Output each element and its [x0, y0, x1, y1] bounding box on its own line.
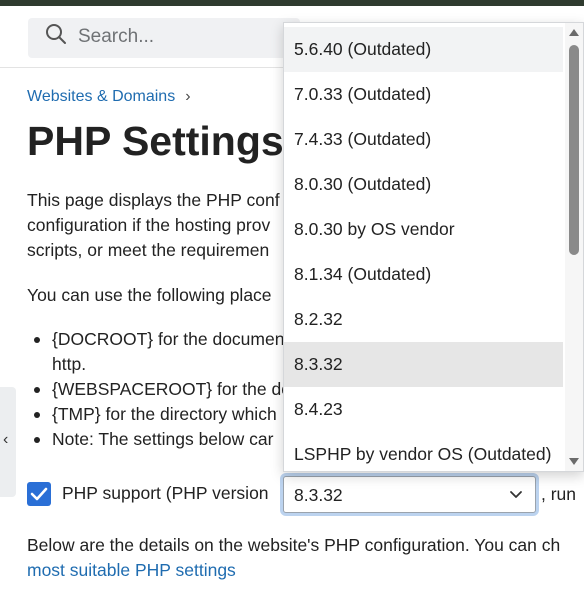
scroll-down-arrow-icon[interactable] — [569, 458, 579, 465]
placeholders-intro: You can use the following place — [27, 285, 272, 305]
chevron-down-icon — [510, 491, 522, 498]
dropdown-option[interactable]: 8.0.30 by OS vendor — [284, 207, 563, 252]
checkmark-icon — [30, 487, 48, 501]
suitable-php-settings-link[interactable]: most suitable PHP settings — [27, 558, 236, 583]
placeholders-list: {DOCROOT} for the documen http. {WEBSPAC… — [34, 327, 291, 452]
php-version-dropdown: 5.6.40 (Outdated) 7.0.33 (Outdated) 7.4.… — [283, 22, 584, 472]
list-item: {DOCROOT} for the documen http. — [34, 327, 291, 377]
scroll-up-arrow-icon[interactable] — [569, 29, 579, 36]
list-item: {TMP} for the directory which — [34, 402, 291, 427]
search-input[interactable] — [28, 18, 300, 58]
search-placeholder: Search... — [78, 26, 155, 47]
php-support-checkbox[interactable] — [27, 482, 51, 506]
list-item: Note: The settings below car — [34, 427, 291, 452]
intro-paragraph: This page displays the PHP conf configur… — [27, 190, 280, 260]
dropdown-option[interactable]: 7.4.33 (Outdated) — [284, 117, 563, 162]
run-text: , run — [541, 484, 577, 504]
scrollbar-thumb[interactable] — [569, 45, 579, 255]
details-paragraph: Below are the details on the website's P… — [27, 535, 561, 555]
chevron-left-icon: ‹ — [3, 431, 9, 448]
dropdown-option[interactable]: LSPHP by vendor OS (Outdated) — [284, 432, 563, 471]
breadcrumb-link-websites-domains[interactable]: Websites & Domains — [27, 88, 175, 106]
list-item: {WEBSPACEROOT} for the do — [34, 377, 291, 402]
chevron-right-icon: › — [185, 88, 191, 105]
page-title: PHP Settings f — [27, 118, 309, 164]
dropdown-scrollbar[interactable] — [565, 23, 583, 471]
dropdown-option[interactable]: 7.0.33 (Outdated) — [284, 72, 563, 117]
dropdown-option[interactable]: 8.4.23 — [284, 387, 563, 432]
php-support-label: PHP support (PHP version — [62, 483, 269, 503]
dropdown-option-selected[interactable]: 8.3.32 — [284, 342, 563, 387]
dropdown-option[interactable]: 8.1.34 (Outdated) — [284, 252, 563, 297]
search-icon — [46, 24, 66, 44]
dropdown-option[interactable]: 8.0.30 (Outdated) — [284, 162, 563, 207]
dropdown-option[interactable]: 8.2.32 — [284, 297, 563, 342]
breadcrumb: Websites & Domains › — [27, 88, 191, 106]
dropdown-option[interactable]: 5.6.40 (Outdated) — [284, 27, 563, 72]
php-version-select[interactable]: 8.3.32 — [283, 476, 536, 513]
sidebar-collapse-handle[interactable]: ‹ — [0, 387, 16, 497]
php-version-selected-value: 8.3.32 — [294, 485, 343, 505]
